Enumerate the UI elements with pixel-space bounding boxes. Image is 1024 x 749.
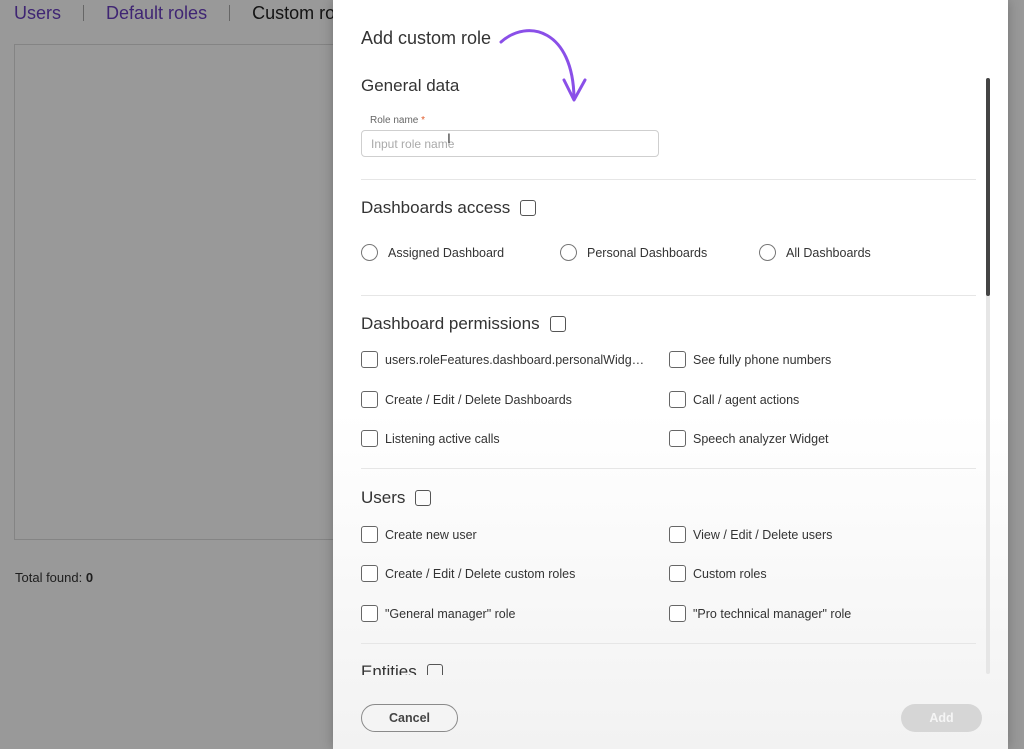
- section-title: Users: [361, 488, 406, 507]
- entities-checkbox[interactable]: [426, 664, 443, 675]
- section-general-data: General data: [361, 76, 459, 96]
- checkbox-listening-active-calls[interactable]: Listening active calls: [361, 430, 500, 447]
- checkbox-box: [361, 605, 378, 622]
- checkbox-edit-dashboards[interactable]: Create / Edit / Delete Dashboards: [361, 391, 572, 408]
- checkbox-custom-roles[interactable]: Custom roles: [669, 565, 767, 582]
- checkbox-box: [669, 565, 686, 582]
- section-title: Dashboard permissions: [361, 314, 540, 333]
- checkbox-box: [361, 565, 378, 582]
- radio-circle-icon: [361, 244, 378, 261]
- radio-label: All Dashboards: [786, 245, 871, 260]
- checkbox-label: Speech analyzer Widget: [693, 431, 829, 446]
- checkbox-edit-custom-roles[interactable]: Create / Edit / Delete custom roles: [361, 565, 575, 582]
- radio-assigned-dashboard[interactable]: Assigned Dashboard: [361, 244, 504, 261]
- radio-personal-dashboards[interactable]: Personal Dashboards: [560, 244, 707, 261]
- add-button[interactable]: Add: [901, 704, 982, 732]
- checkbox-call-agent-actions[interactable]: Call / agent actions: [669, 391, 799, 408]
- checkbox-personal-widgets[interactable]: users.roleFeatures.dashboard.personalWid…: [361, 351, 647, 368]
- section-divider: [361, 295, 976, 296]
- checkbox-label: Create / Edit / Delete Dashboards: [385, 392, 572, 407]
- section-dashboard-permissions: Dashboard permissions: [361, 314, 566, 334]
- checkbox-label: Custom roles: [693, 566, 767, 581]
- checkbox-general-manager-role[interactable]: "General manager" role: [361, 605, 515, 622]
- modal-scrollbar[interactable]: [986, 78, 990, 674]
- add-custom-role-modal: Add custom role General data Role name *…: [333, 0, 1008, 749]
- radio-all-dashboards[interactable]: All Dashboards: [759, 244, 871, 261]
- role-name-label: Role name *: [370, 115, 426, 126]
- section-divider: [361, 643, 976, 644]
- section-divider: [361, 179, 976, 180]
- checkbox-label: "General manager" role: [385, 606, 516, 621]
- checkbox-label: Create new user: [385, 527, 477, 542]
- checkbox-label: Listening active calls: [385, 431, 500, 446]
- dashboards-access-checkbox[interactable]: [520, 200, 537, 216]
- checkbox-label: "Pro technical manager" role: [693, 606, 852, 621]
- checkbox-label: Create / Edit / Delete custom roles: [385, 566, 576, 581]
- checkbox-see-phone-numbers[interactable]: See fully phone numbers: [669, 351, 831, 368]
- section-title: Dashboards access: [361, 198, 511, 217]
- section-entities: Entities: [361, 662, 443, 675]
- checkbox-edit-users[interactable]: View / Edit / Delete users: [669, 526, 832, 543]
- users-checkbox[interactable]: [415, 490, 432, 506]
- checkbox-box: [361, 391, 378, 408]
- section-title: General data: [361, 76, 460, 95]
- checkbox-box: [669, 351, 686, 368]
- section-divider: [361, 468, 976, 469]
- checkbox-box: [669, 526, 686, 543]
- checkbox-label: Call / agent actions: [693, 392, 800, 407]
- modal-title: Add custom role: [361, 28, 492, 48]
- checkbox-box: [361, 526, 378, 543]
- modal-scroll-content[interactable]: General data Role name * I Dashboards ac…: [333, 70, 988, 675]
- scrollbar-thumb[interactable]: [986, 78, 990, 296]
- checkbox-box: [669, 605, 686, 622]
- section-users: Users: [361, 488, 432, 508]
- radio-circle-icon: [759, 244, 776, 261]
- section-dashboards-access: Dashboards access: [361, 198, 537, 218]
- radio-label: Assigned Dashboard: [388, 245, 505, 260]
- checkbox-label: users.roleFeatures.dashboard.personalWid…: [385, 352, 647, 367]
- checkbox-box: [361, 351, 378, 368]
- checkbox-box: [669, 391, 686, 408]
- role-name-input[interactable]: [361, 130, 659, 157]
- radio-circle-icon: [560, 244, 577, 261]
- checkbox-create-new-user[interactable]: Create new user: [361, 526, 477, 543]
- checkbox-label: View / Edit / Delete users: [693, 527, 833, 542]
- checkbox-box: [669, 430, 686, 447]
- dashboard-permissions-checkbox[interactable]: [549, 316, 566, 332]
- cancel-button[interactable]: Cancel: [361, 704, 458, 732]
- checkbox-box: [361, 430, 378, 447]
- checkbox-pro-technical-manager-role[interactable]: "Pro technical manager" role: [669, 605, 851, 622]
- checkbox-speech-analyzer[interactable]: Speech analyzer Widget: [669, 430, 829, 447]
- text-cursor-icon: I: [447, 130, 451, 146]
- section-title: Entities: [361, 662, 417, 675]
- required-mark: *: [421, 115, 426, 126]
- radio-label: Personal Dashboards: [587, 245, 708, 260]
- checkbox-label: See fully phone numbers: [693, 352, 832, 367]
